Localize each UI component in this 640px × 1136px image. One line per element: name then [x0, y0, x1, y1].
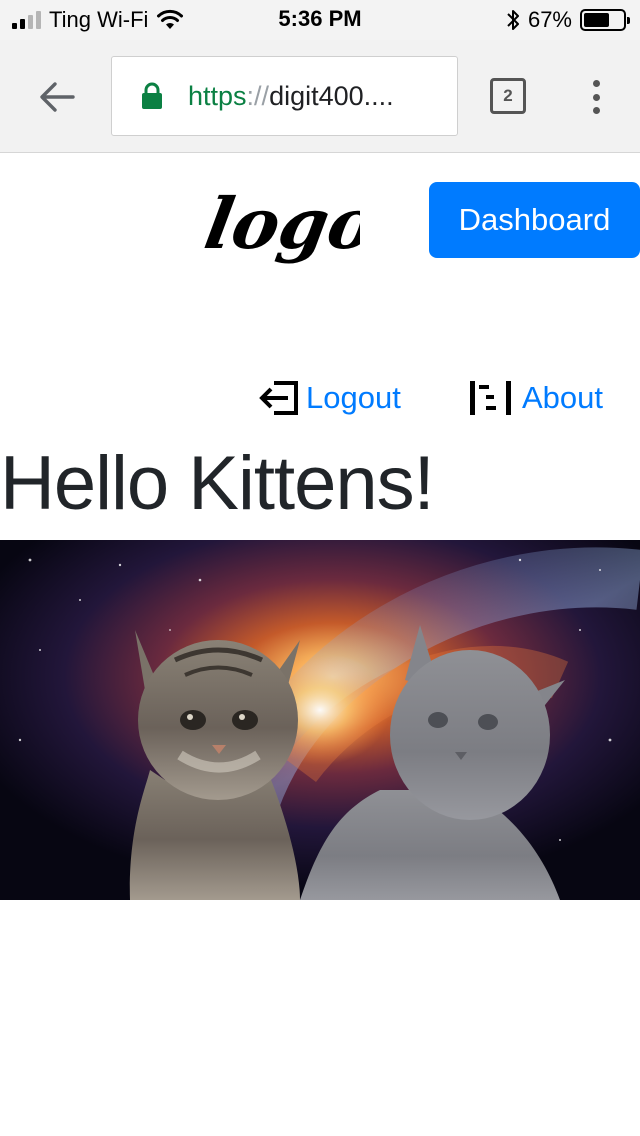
status-right: 67% — [506, 6, 630, 34]
browser-toolbar: https://digit400.... 2 — [0, 40, 640, 153]
tab-count: 2 — [503, 86, 513, 105]
url-scheme: https — [188, 80, 247, 111]
logo-text: logo — [200, 183, 360, 265]
about-link[interactable]: About — [468, 376, 603, 420]
logo: logo — [200, 183, 360, 265]
lock-icon — [142, 82, 162, 109]
sign-out-icon — [259, 381, 298, 415]
back-button[interactable] — [36, 76, 78, 118]
tabby-kitten — [129, 630, 300, 900]
address-bar[interactable]: https://digit400.... — [111, 56, 458, 136]
more-vertical-icon[interactable] — [582, 76, 610, 118]
battery-percent: 67% — [527, 7, 572, 32]
page-title: Hello Kittens! — [0, 441, 435, 526]
kittens-space-image — [0, 540, 640, 900]
arrow-left-icon — [40, 82, 75, 112]
tab-switcher-button[interactable]: 2 — [490, 78, 526, 114]
battery-icon — [580, 9, 630, 31]
dashboard-button[interactable]: Dashboard — [429, 182, 640, 258]
info-list-icon — [470, 381, 511, 415]
about-label: About — [522, 380, 604, 415]
bluetooth-icon — [507, 10, 519, 30]
url-separator: :// — [246, 80, 270, 111]
url-text: https://digit400.... — [188, 81, 394, 112]
status-bar: Ting Wi-Fi 5:36 PM 67% — [0, 0, 640, 40]
url-host: digit400.... — [269, 80, 394, 111]
battery-fill — [584, 13, 610, 27]
logout-label: Logout — [306, 380, 401, 415]
logout-link[interactable]: Logout — [258, 376, 401, 420]
